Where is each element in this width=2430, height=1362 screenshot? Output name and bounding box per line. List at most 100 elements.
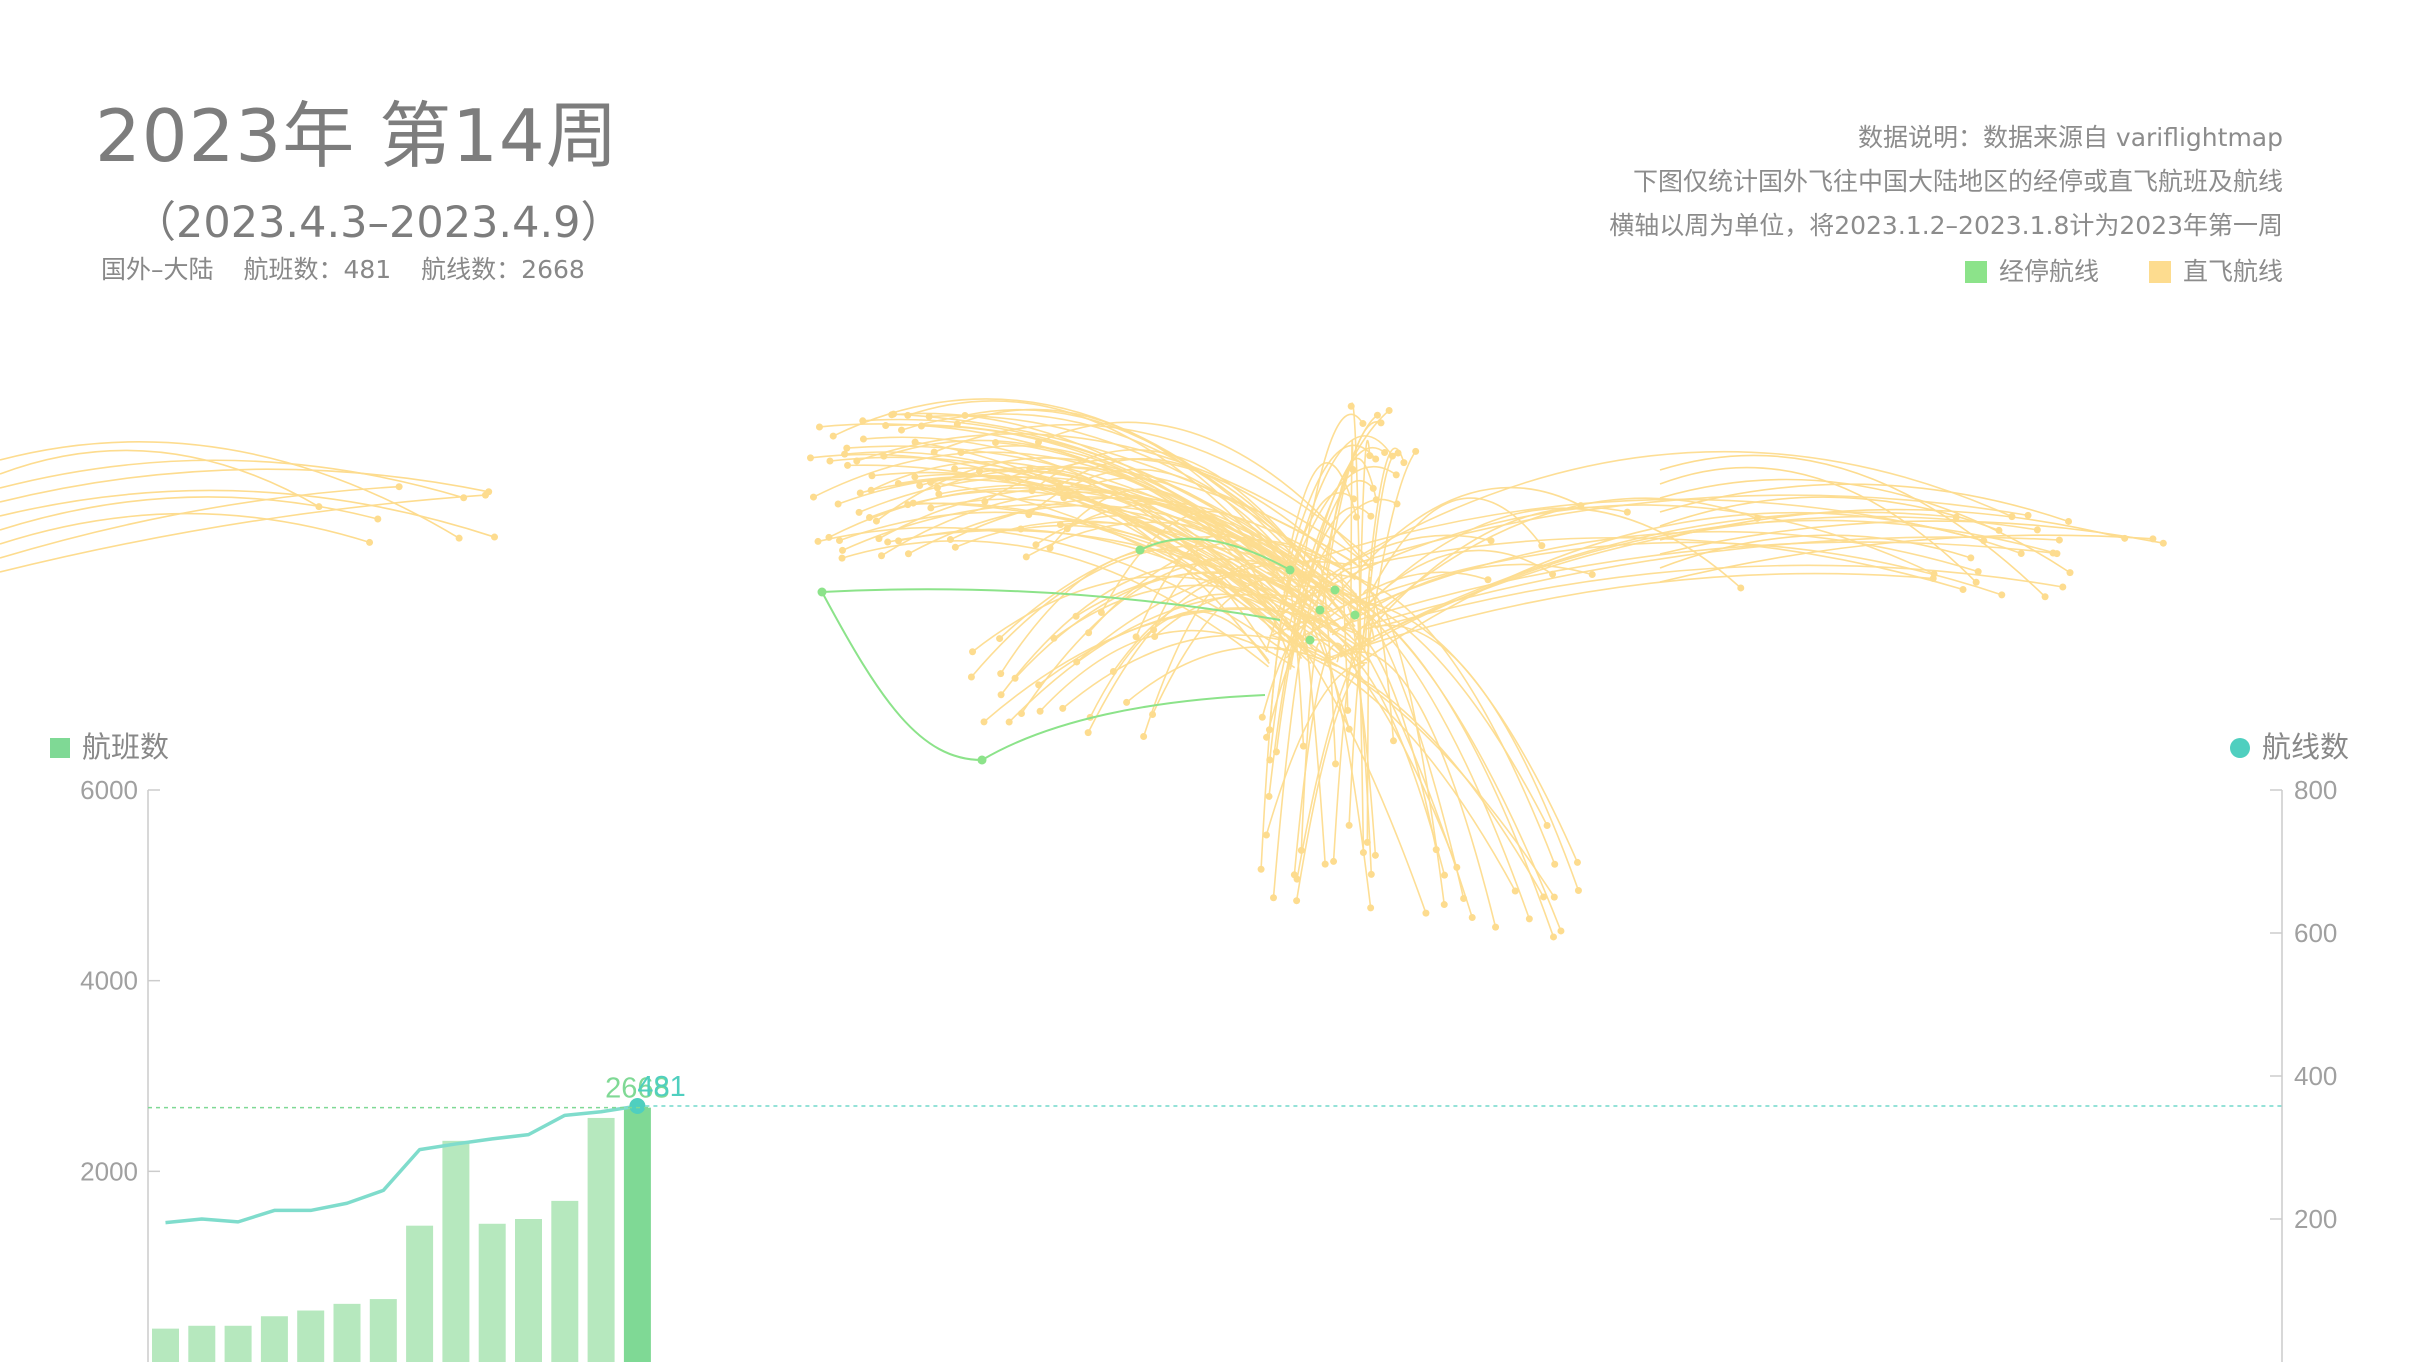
airport-dot bbox=[1967, 554, 1975, 562]
flights-bar bbox=[188, 1325, 216, 1362]
airport-dot bbox=[909, 499, 917, 507]
airport-dot bbox=[1063, 525, 1071, 533]
airport-dot bbox=[490, 533, 498, 541]
header: 2023年 第14周 （2023.4.3–2023.4.9） 国外–大陆 航班数… bbox=[95, 100, 623, 284]
airport-dot bbox=[829, 432, 837, 440]
airport-dot bbox=[1011, 674, 1019, 682]
airport-dot bbox=[1363, 838, 1371, 846]
airport-dot bbox=[1623, 508, 1631, 516]
airport-dot bbox=[460, 494, 468, 502]
airport-dot bbox=[839, 546, 847, 554]
airport-dot bbox=[1974, 568, 1982, 576]
legend-direct: 直飞航线 bbox=[2148, 250, 2283, 294]
airport-dot bbox=[1412, 447, 1420, 455]
airport-dot bbox=[967, 673, 975, 681]
airport-dot bbox=[867, 486, 875, 494]
airport-dot bbox=[1574, 886, 1582, 894]
airport-dot bbox=[1551, 860, 1559, 868]
stats-line: 国外–大陆 航班数：481 航线数：2668 bbox=[101, 250, 607, 286]
flights-stat: 航班数：481 bbox=[243, 255, 391, 284]
airport-dot bbox=[1549, 933, 1557, 941]
airport-dot bbox=[895, 537, 902, 545]
stopover-airport-dot bbox=[977, 755, 987, 765]
airport-dot bbox=[1359, 849, 1367, 857]
airport-dot bbox=[455, 534, 463, 542]
note-scope: 下图仅统计国外飞往中国大陆地区的经停或直飞航班及航线 bbox=[1632, 167, 2283, 196]
airport-dot bbox=[1550, 893, 1558, 901]
flights-legend-swatch bbox=[50, 738, 70, 758]
airport-dot bbox=[843, 444, 851, 452]
flights-bar bbox=[551, 1200, 579, 1362]
flights-label: 航班数： bbox=[243, 255, 344, 284]
stopover-airport-dot bbox=[817, 587, 827, 597]
airport-dot bbox=[1492, 923, 1500, 931]
airport-dot bbox=[809, 493, 817, 501]
airport-dot bbox=[1299, 742, 1307, 750]
airport-dot bbox=[1056, 521, 1064, 529]
flights-bar bbox=[587, 1117, 615, 1362]
airport-dot bbox=[2041, 593, 2049, 601]
airport-dot bbox=[1453, 863, 1461, 871]
airport-dot bbox=[2053, 550, 2061, 558]
airport-dot bbox=[1588, 571, 1596, 579]
airport-dot bbox=[1432, 846, 1440, 854]
airport-dot bbox=[374, 515, 382, 523]
stopover-swatch bbox=[1964, 261, 1987, 283]
airport-dot bbox=[930, 448, 938, 456]
stopover-airport-dot bbox=[1285, 565, 1295, 575]
airport-dot bbox=[1036, 707, 1044, 715]
airport-dot bbox=[1538, 542, 1546, 550]
airport-dot bbox=[917, 422, 925, 430]
airport-dot bbox=[395, 483, 403, 491]
airport-dot bbox=[1484, 576, 1492, 584]
airport-dot bbox=[904, 550, 912, 558]
airport-dot bbox=[951, 543, 959, 551]
airport-dot bbox=[2055, 536, 2063, 544]
airport-dot bbox=[481, 491, 489, 499]
legend-stopover-label: 经停航线 bbox=[1998, 257, 2099, 286]
flights-bar bbox=[260, 1316, 288, 1362]
airport-dot bbox=[935, 490, 943, 498]
weekly-chart: 600040002000800600400200航班数 航线数2668481 bbox=[50, 730, 2349, 1362]
airport-dot bbox=[2017, 549, 2025, 557]
airport-dot bbox=[1371, 851, 1379, 859]
map-legend: 经停航线 直飞航线 bbox=[1609, 250, 2283, 294]
route-map bbox=[0, 398, 2167, 941]
airport-dot bbox=[951, 465, 959, 473]
stopover-airport-dot bbox=[1350, 610, 1360, 620]
airport-dot bbox=[1132, 633, 1140, 641]
airport-dot bbox=[969, 648, 977, 656]
direct-swatch bbox=[2148, 261, 2171, 283]
flights-bar bbox=[369, 1299, 397, 1362]
left-tick-label: 2000 bbox=[80, 1156, 138, 1186]
airport-dot bbox=[1359, 420, 1367, 428]
airport-dot bbox=[1265, 792, 1273, 800]
airport-dot bbox=[1017, 709, 1025, 717]
right-tick-label: 400 bbox=[2294, 1061, 2337, 1091]
airport-dot bbox=[1265, 726, 1273, 734]
airport-dot bbox=[1297, 846, 1305, 854]
airport-dot bbox=[1085, 629, 1093, 637]
flights-bar bbox=[515, 1219, 542, 1362]
airport-dot bbox=[1272, 748, 1280, 756]
flights-legend-label: 航班数 bbox=[82, 730, 169, 764]
airport-dot bbox=[366, 538, 374, 546]
direct-route bbox=[1342, 450, 2013, 567]
airport-dot bbox=[946, 536, 954, 544]
right-tick-label: 600 bbox=[2294, 918, 2337, 948]
airport-dot bbox=[1072, 612, 1080, 620]
routes-stat: 航线数：2668 bbox=[421, 255, 585, 284]
routes-legend-marker bbox=[2230, 738, 2250, 758]
note-axis: 横轴以周为单位，将2023.1.2–2023.1.8计为2023年第一周 bbox=[1609, 211, 2283, 240]
airport-dot bbox=[834, 500, 842, 508]
data-notes: 数据说明：数据来源自 variflightmap 下图仅统计国外飞往中国大陆地区… bbox=[1609, 116, 2283, 294]
airport-dot bbox=[1573, 858, 1581, 866]
airport-dot bbox=[1266, 756, 1274, 764]
airport-dot bbox=[1269, 894, 1277, 902]
airport-dot bbox=[882, 422, 890, 430]
flights-bar bbox=[623, 1107, 651, 1362]
routes-value-label: 481 bbox=[637, 1071, 685, 1103]
airport-dot bbox=[844, 461, 852, 469]
airport-dot bbox=[1373, 411, 1381, 419]
airport-dot bbox=[1737, 584, 1745, 592]
